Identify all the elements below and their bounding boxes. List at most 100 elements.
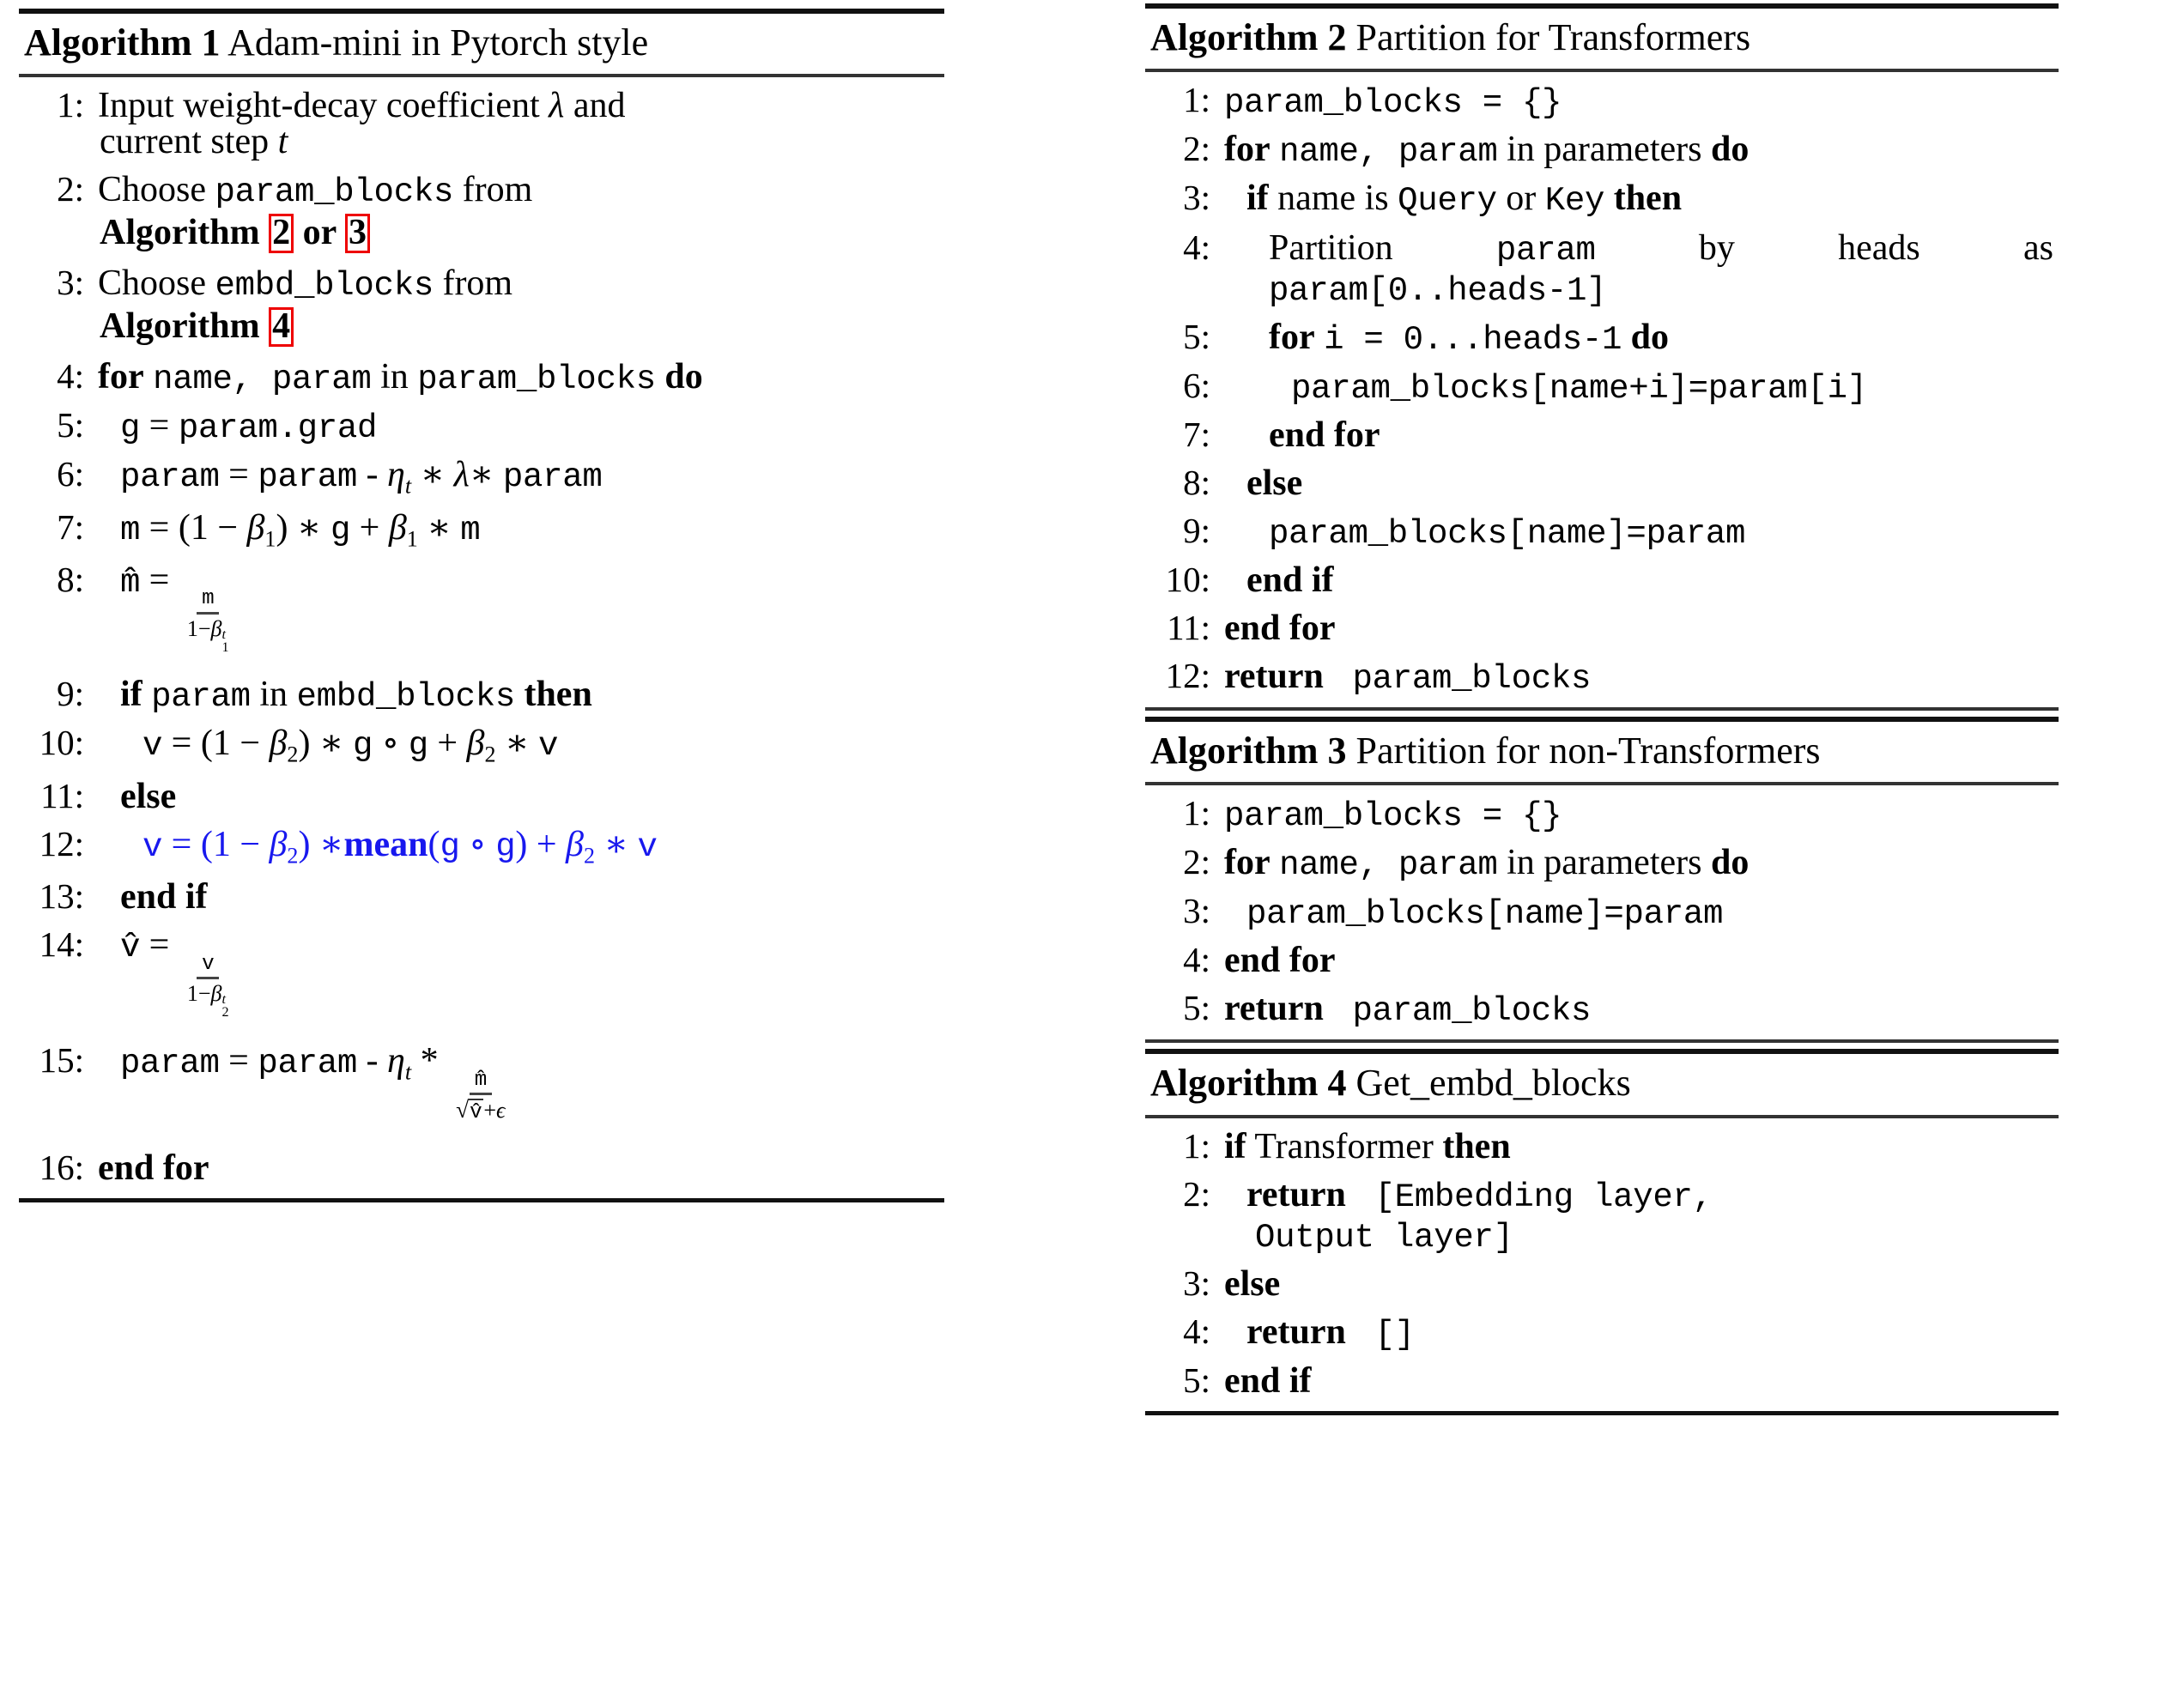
algorithm-line: 3: if name is Query or Key then [1145,178,2059,221]
line-number: 7: [1183,414,1210,454]
algorithm-reference-2[interactable]: 2 [269,214,294,254]
line-number: 9: [1183,510,1210,550]
line-number: 7: [57,506,84,547]
algorithm-line: 3: else [1145,1263,2059,1304]
line-content: if param in embd_blocks then [120,675,592,717]
line-content: for name, param in parameters do [1224,843,1750,885]
line-content: v = (1 − β2) ∗mean(g ∘ g) + β2 ∗ v [143,824,658,869]
algorithm-2-label: Algorithm 2 [1150,16,1347,58]
line-content: if Transformer then [1224,1126,1511,1166]
line-content: Choose embd_blocks from Algorithm 4 [98,263,513,348]
line-content: end if [1224,1360,1312,1401]
line-content: v̂ = v 1−β t 2 [98,927,944,1021]
line-number: 4: [1183,1311,1210,1351]
algorithm-3-bottom-rule [1145,1039,2059,1044]
line-number: 1: [57,85,84,125]
algorithm-reference-3[interactable]: 3 [345,214,371,254]
algorithm-line: 4: return [] [1145,1311,2059,1354]
algorithm-line: 11: else [19,778,944,815]
line-content: param_blocks = {} [1224,796,1562,836]
algorithm-3-body: 1: param_blocks = {} 2: for name, param i… [1145,785,2059,1039]
line-number: 1: [1183,1125,1210,1166]
line-content: for name, param in parameters do [1224,130,1750,172]
line-number: 3: [57,263,84,303]
algorithm-4-body: 1: if Transformer then 2: return [Embedd… [1145,1118,2059,1411]
line-content: return [] [1246,1311,1415,1354]
algorithm-line-highlighted: 12: v = (1 − β2) ∗mean(g ∘ g) + β2 ∗ v [19,824,944,869]
line-number: 3: [1183,1263,1210,1303]
line-content: param = param - ηt * m̂ √v̂+ϵ [98,1043,944,1125]
line-number: 13: [39,876,84,917]
line-number: 8: [57,560,84,600]
algorithm-line: 5: for i = 0...heads-1 do [1145,318,2059,356]
line-number: 2: [1183,129,1210,169]
line-content: end for [1224,941,1336,981]
line-number: 2: [1183,842,1210,882]
algorithm-line: 1: Input weight-decay coefficient λ and … [19,85,944,162]
line-content: v = (1 − β2) ∗ g ∘ g + β2 ∗ v [143,724,559,767]
line-content: if name is Query or Key then [1246,179,1683,221]
algorithm-line: 10: v = (1 − β2) ∗ g ∘ g + β2 ∗ v [19,725,944,766]
line-number: 1: [1183,793,1210,833]
algorithm-line: 2: for name, param in parameters do [1145,129,2059,172]
algorithm-line: 3: param_blocks[name]=param [1145,893,2059,934]
algorithm-line: 5: end if [1145,1360,2059,1401]
algorithm-line: 11: end for [1145,607,2059,648]
line-number: 10: [1165,559,1210,599]
line-number: 2: [57,169,84,209]
algorithm-4-title: Get_embd_blocks [1355,1062,1631,1105]
mhat-fraction: m 1−β t 1 [186,587,229,656]
line-content: m = (1 − β1) ∗ g + β1 ∗ m [120,507,481,552]
algorithm-2-bottom-rule [1145,706,2059,711]
algorithm-line: 10: end if [1145,559,2059,600]
vhat-fraction: v 1−β t 2 [186,952,229,1021]
algorithm-line: 1: param_blocks = {} [1145,82,2059,120]
algorithm-1-caption: Algorithm 1 Adam-mini in Pytorch style [19,14,944,74]
algorithm-line: 15: param = param - ηt * m̂ √v̂+ϵ [19,1040,944,1125]
algorithm-line: 2: Choose param_blocks from Algorithm 2 … [19,169,944,254]
algorithm-4-caption: Algorithm 4 Get_embd_blocks [1145,1054,2059,1114]
line-number: 6: [57,454,84,494]
line-content: else [1224,1263,1281,1304]
line-number: 3: [1183,178,1210,218]
algorithm-3-caption: Algorithm 3 Partition for non-Transforme… [1145,722,2059,782]
algorithm-line: 4: Partition param by heads as param[0..… [1145,227,2059,307]
algorithm-2-title: Partition for Transformers [1355,16,1751,58]
line-number: 12: [1165,655,1210,695]
algorithm-line: 14: v̂ = v 1−β t 2 [19,927,944,1021]
line-number: 11: [1167,607,1210,647]
algorithm-line: 2: return [Embedding layer, Output layer… [1145,1176,2059,1254]
algorithm-line: 4: for name, param in param_blocks do [19,356,944,397]
line-content: end for [98,1148,209,1188]
algorithm-line: 6: param_blocks[name+i]=param[i] [1145,365,2059,408]
line-content: param_blocks[name+i]=param[i] [1291,368,1867,408]
line-number: 9: [57,674,84,714]
line-number: 10: [39,723,84,763]
line-number: 4: [1183,227,1210,267]
algorithm-line: 16: end for [19,1148,944,1188]
line-content: Input weight-decay coefficient λ and cur… [98,86,626,162]
algorithm-reference-4[interactable]: 4 [269,307,294,348]
algorithm-line: 1: param_blocks = {} [1145,796,2059,833]
algorithm-line: 9: if param in embd_blocks then [19,674,944,717]
line-number: 6: [1183,365,1210,405]
line-number: 4: [57,356,84,397]
line-number: 8: [1183,462,1210,502]
line-number: 5: [1183,988,1210,1028]
algorithm-1-title: Adam-mini in Pytorch style [227,21,649,64]
algorithm-line: 8: m̂ = m 1−β t 1 [19,560,944,656]
line-content: param = param - ηt ∗ λ∗ param [120,455,603,499]
algorithm-line: 7: end for [1145,414,2059,454]
line-content: param_blocks[name]=param [1246,894,1724,934]
line-content: Choose param_blocks from Algorithm 2 or … [98,170,533,254]
algorithm-1-block: Algorithm 1 Adam-mini in Pytorch style 1… [19,9,944,1202]
algorithm-4-bottom-rule [1145,1410,2059,1415]
line-content: end for [1224,608,1336,648]
line-number: 15: [39,1040,84,1081]
algorithm-line: 7: m = (1 − β1) ∗ g + β1 ∗ m [19,506,944,552]
line-number: 11: [40,775,84,815]
line-content: param_blocks[name]=param [1269,513,1746,553]
line-content: end if [1246,560,1334,600]
algorithm-line: 13: end if [19,876,944,917]
right-column: Algorithm 2 Partition for Transformers 1… [1145,3,2059,1415]
